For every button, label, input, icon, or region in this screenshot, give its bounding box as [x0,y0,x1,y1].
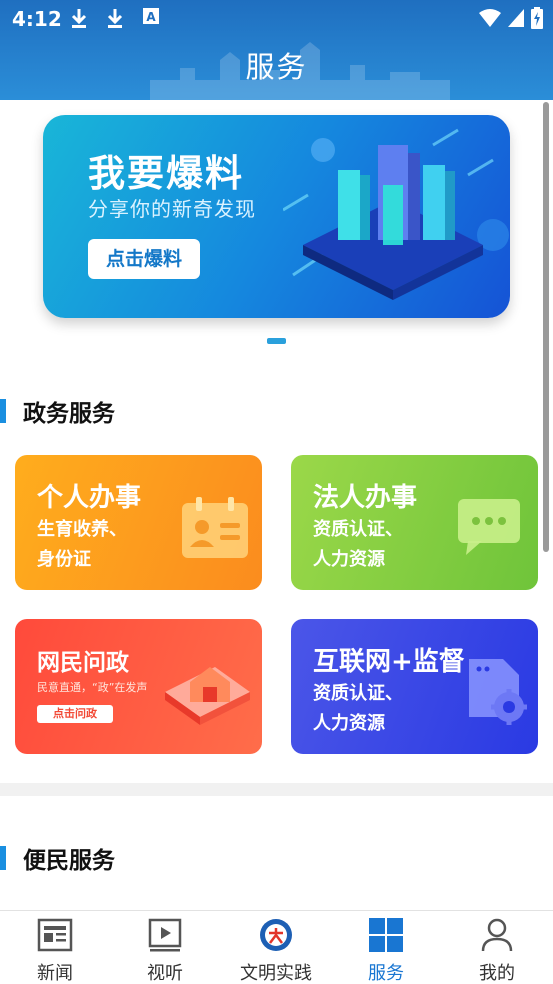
status-bar: 4:12 A [0,0,553,38]
section-accent-bar [0,399,6,423]
card-subtitle-line: 资质认证、 [313,683,403,704]
svg-text:A: A [146,10,156,24]
card-subtitle-line: 资质认证、 [313,519,403,540]
profile-icon [481,918,513,952]
banner-title: 我要爆料 [88,152,244,195]
inquiry-button[interactable]: 点击问政 [37,705,113,723]
nav-label: 视听 [147,963,183,984]
phone-government-building-icon [165,667,250,725]
bottom-navigation: 新闻 视听 文明实践 服务 我的 [0,910,553,984]
legal-entity-affairs-card[interactable]: 法人办事 资质认证、 人力资源 [291,455,538,590]
card-subtitle-line: 人力资源 [313,713,385,734]
personal-affairs-card[interactable]: 个人办事 生育收养、 身份证 [15,455,262,590]
section-accent-bar [0,846,6,870]
card-subtitle: 资质认证、 人力资源 [313,515,403,575]
nav-label: 服务 [368,963,404,984]
nav-item-service[interactable]: 服务 [331,917,441,984]
carousel-indicator[interactable] [267,338,286,344]
card-subtitle-line: 人力资源 [313,549,385,570]
download-icon [106,7,128,29]
signal-icon [507,8,525,32]
section-divider [0,783,553,796]
download-icon [70,7,92,29]
battery-icon [531,7,543,33]
civilization-logo-icon [260,919,292,951]
nav-item-news[interactable]: 新闻 [0,917,110,984]
smart-city-illustration [283,128,509,300]
nav-item-profile[interactable]: 我的 [442,917,552,984]
report-banner[interactable]: 我要爆料 分享你的新奇发现 点击爆料 [43,115,510,318]
nav-label: 新闻 [37,963,73,984]
section-header-convenience: 便民服务 [0,843,115,874]
chat-bubble-icon [458,499,520,555]
status-time: 4:12 [12,7,62,31]
internet-supervision-card[interactable]: 互联网+监督 资质认证、 人力资源 [291,619,538,754]
netizen-inquiry-card[interactable]: 网民问政 民意直通，“政”在发声 点击问政 [15,619,262,754]
card-subtitle-line: 身份证 [37,549,91,570]
video-icon [148,918,182,952]
report-button[interactable]: 点击爆料 [88,239,200,279]
card-title: 互联网+监督 [313,647,465,677]
scrollbar[interactable] [543,102,549,552]
section-title: 便民服务 [23,848,115,874]
card-title: 个人办事 [37,483,142,513]
header: 4:12 A 服务 [0,0,553,100]
font-a-icon: A [142,7,164,29]
page-title: 服务 [245,50,308,84]
section-header-gov: 政务服务 [0,396,115,427]
banner-subtitle: 分享你的新奇发现 [88,197,256,221]
card-subtitle: 资质认证、 人力资源 [313,679,403,739]
nav-item-video[interactable]: 视听 [110,917,220,984]
nav-label: 文明实践 [240,963,312,984]
card-subtitle-line: 生育收养、 [37,519,127,540]
card-title: 法人办事 [313,483,418,513]
news-icon [37,918,73,952]
wifi-icon [479,8,501,32]
document-settings-icon [469,659,527,725]
id-card-icon [182,497,248,558]
nav-item-civilization[interactable]: 文明实践 [221,917,331,984]
card-subtitle: 生育收养、 身份证 [37,515,127,575]
card-subtitle: 民意直通，“政”在发声 [37,681,148,694]
service-grid-icon [369,918,403,952]
nav-label: 我的 [479,963,515,984]
section-title: 政务服务 [23,401,115,427]
card-title: 网民问政 [37,650,129,676]
